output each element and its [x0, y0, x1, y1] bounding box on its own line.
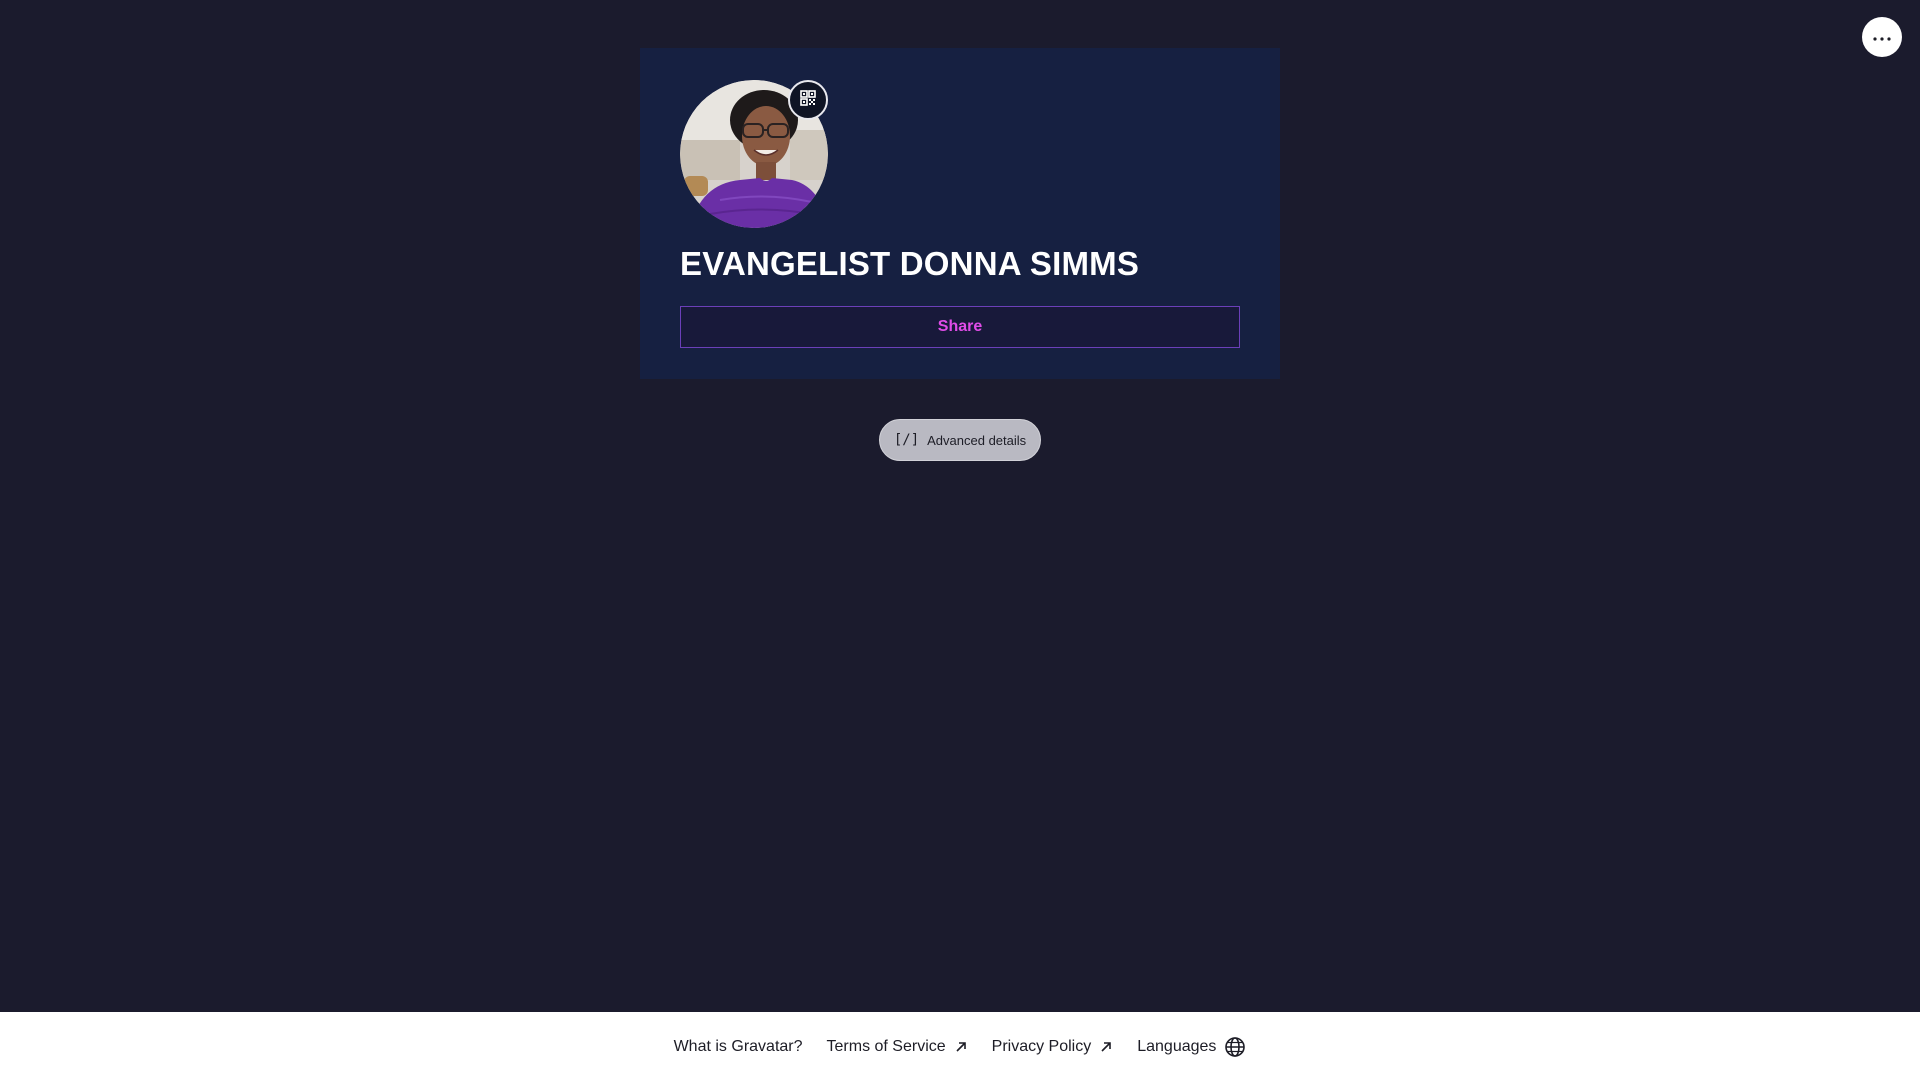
footer-link-label: Terms of Service [826, 1038, 946, 1055]
profile-card: EVANGELIST DONNA SIMMS Share [640, 48, 1280, 379]
footer: What is Gravatar? Terms of Service Priva… [0, 1012, 1920, 1080]
arrow-up-right-icon [1099, 1040, 1113, 1054]
qr-code-button[interactable] [788, 80, 828, 120]
avatar-container [680, 80, 828, 228]
arrow-up-right-icon [954, 1040, 968, 1054]
footer-link-what-is-gravatar[interactable]: What is Gravatar? [674, 1036, 803, 1056]
footer-link-label: What is Gravatar? [673, 1038, 803, 1055]
footer-link-label: Languages [1137, 1038, 1217, 1055]
footer-link-languages[interactable]: Languages [1137, 1034, 1246, 1058]
ellipsis-icon [1873, 28, 1891, 46]
profile-name: EVANGELIST DONNA SIMMS [680, 245, 1140, 282]
footer-link-terms[interactable]: Terms of Service [827, 1036, 968, 1056]
globe-icon [1224, 1036, 1246, 1058]
code-bracket-icon: [/] [893, 432, 920, 448]
footer-link-privacy[interactable]: Privacy Policy [992, 1036, 1114, 1056]
profile-page: EVANGELIST DONNA SIMMS Share [/] Advance… [0, 0, 1920, 1080]
more-options-button[interactable] [1862, 17, 1902, 57]
share-button[interactable]: Share [680, 306, 1240, 348]
footer-link-label: Privacy Policy [991, 1038, 1092, 1055]
qr-code-icon [800, 89, 816, 111]
advanced-details-label: Advanced details [927, 432, 1027, 448]
advanced-details-button[interactable]: [/] Advanced details [879, 419, 1041, 461]
